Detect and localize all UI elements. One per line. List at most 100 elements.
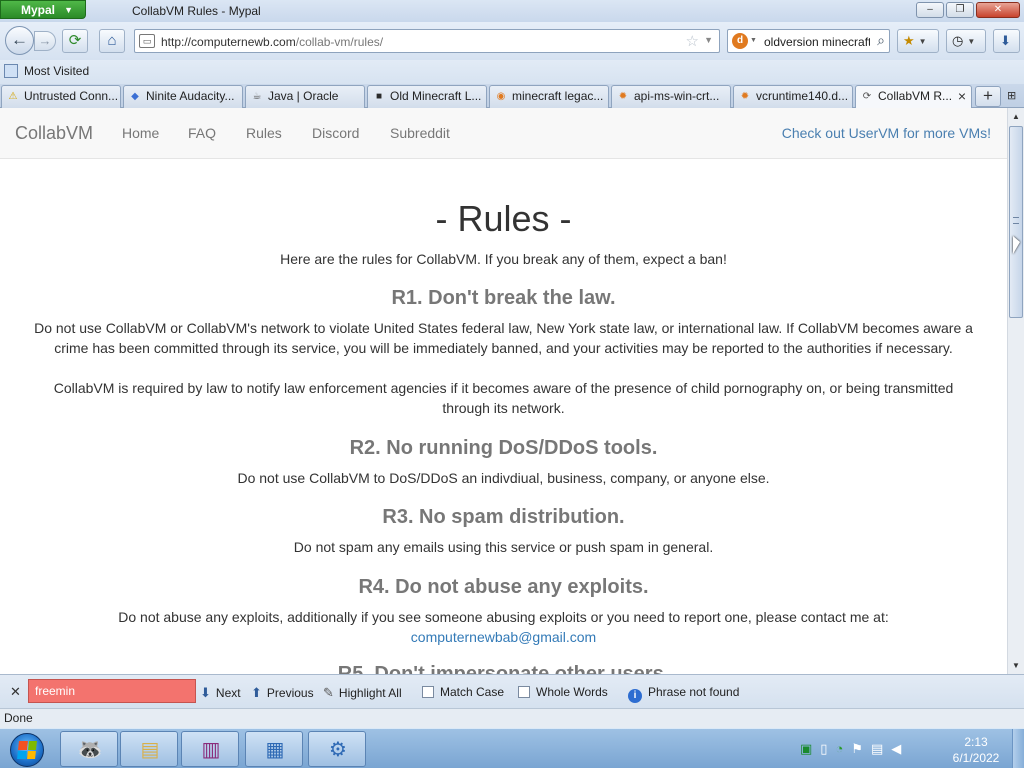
tab-label: CollabVM R... xyxy=(878,89,953,103)
close-find-bar-icon[interactable]: ✕ xyxy=(10,684,21,700)
rule-text-r3: Do not spam any emails using this servic… xyxy=(293,539,714,555)
search-input[interactable]: oldversion minecraft xyxy=(764,35,870,49)
uservm-link[interactable]: Check out UserVM for more VMs! xyxy=(782,125,991,141)
windows-taskbar: 🦝 ▤ ▥ ▦ ⚙ ▣▯◔⚑▤◀ 2:13 6/1/2022 xyxy=(0,728,1024,768)
volume-icon[interactable]: ◀ xyxy=(891,741,909,756)
window-controls: – ❐ ✕ xyxy=(916,2,1020,18)
whole-words-checkbox[interactable]: Whole Words xyxy=(518,685,608,699)
tab-untrusted-connection[interactable]: ⚠ Untrusted Conn... xyxy=(1,85,121,108)
action-center-flag-icon[interactable]: ⚑ xyxy=(851,741,871,756)
forward-button[interactable]: → xyxy=(34,31,56,51)
search-bar[interactable]: d ▼ oldversion minecraft ⌕ xyxy=(727,29,890,53)
site-identity-icon[interactable]: ▭ xyxy=(139,34,155,48)
rule-heading-r4: R4. Do not abuse any exploits. xyxy=(358,576,649,598)
scroll-down-icon[interactable]: ▼ xyxy=(1009,658,1023,673)
url-path: /collab-vm/rules/ xyxy=(295,35,384,49)
rules-intro: Here are the rules for CollabVM. If you … xyxy=(280,251,727,267)
taskbar-settings-button[interactable]: ⚙ xyxy=(308,731,366,767)
vertical-scrollbar[interactable]: ▲ ▼ xyxy=(1007,108,1024,674)
tab-minecraft-legacy[interactable]: ◉ minecraft legac... xyxy=(489,85,609,108)
nav-link-home[interactable]: Home xyxy=(122,125,159,141)
nav-link-discord[interactable]: Discord xyxy=(312,125,359,141)
window-title: CollabVM Rules - Mypal xyxy=(132,4,261,18)
forward-arrow-icon: → xyxy=(38,33,52,48)
scroll-up-icon[interactable]: ▲ xyxy=(1009,109,1023,124)
dll-site-icon: ✹ xyxy=(618,91,628,102)
system-tray: ▣▯◔⚑▤◀ xyxy=(800,741,909,757)
reload-button[interactable]: ⟳ xyxy=(62,29,88,53)
taskbar-clock[interactable]: 2:13 6/1/2022 xyxy=(946,734,1006,766)
tab-java-oracle[interactable]: ☕ Java | Oracle xyxy=(245,85,365,108)
tray-document-icon[interactable]: ▯ xyxy=(820,741,835,756)
history-button[interactable]: ◷ ▼ xyxy=(946,29,986,53)
start-button[interactable] xyxy=(2,730,52,768)
tray-app-icon[interactable]: ▣ xyxy=(800,741,820,756)
control-panel-icon: ▦ xyxy=(265,739,285,761)
taskbar-control-panel-button[interactable]: ▦ xyxy=(245,731,303,767)
maximize-button[interactable]: ❐ xyxy=(946,2,974,18)
show-desktop-button[interactable] xyxy=(1012,729,1024,768)
close-window-button[interactable]: ✕ xyxy=(976,2,1020,18)
nav-link-subreddit[interactable]: Subreddit xyxy=(390,125,450,141)
highlight-all-button[interactable]: ✎ Highlight All xyxy=(323,685,402,701)
network-icon[interactable]: ▤ xyxy=(871,741,891,756)
url-text[interactable]: http://computernewb.com/collab-vm/rules/ xyxy=(161,35,383,49)
contact-email-link[interactable]: computernewbab@gmail.com xyxy=(411,629,596,645)
most-visited-bookmark[interactable]: Most Visited xyxy=(4,64,89,78)
downloads-button[interactable]: ⬇ xyxy=(993,29,1020,53)
app-menu-button[interactable]: Mypal ▼ xyxy=(0,0,86,19)
find-next-button[interactable]: ⬇ Next xyxy=(200,685,241,701)
site-brand-link[interactable]: CollabVM xyxy=(15,123,93,144)
checkbox-icon xyxy=(422,686,434,698)
taskbar-explorer-button[interactable]: ▤ xyxy=(120,731,178,767)
tab-label: Java | Oracle xyxy=(268,89,339,103)
clock-icon: ◷ xyxy=(952,33,964,48)
minecraft-icon: ■ xyxy=(375,91,383,102)
mouse-cursor-icon xyxy=(1013,236,1020,254)
rule-text-r4: Do not abuse any exploits, additionally … xyxy=(118,609,889,625)
tab-ninite-audacity[interactable]: ◆ Ninite Audacity... xyxy=(123,85,243,108)
rule-heading-r5: R5. Don't impersonate other users. xyxy=(337,663,670,674)
tab-label: Ninite Audacity... xyxy=(146,89,235,103)
back-arrow-icon: ← xyxy=(11,30,28,49)
info-icon: i xyxy=(628,689,642,703)
scroll-thumb[interactable] xyxy=(1009,126,1023,318)
find-previous-button[interactable]: ⬆ Previous xyxy=(251,685,314,701)
nav-link-faq[interactable]: FAQ xyxy=(188,125,216,141)
find-previous-label: Previous xyxy=(266,686,314,700)
download-icon: ⬇ xyxy=(1000,33,1011,48)
arrow-down-icon: ⬇ xyxy=(200,685,211,700)
tab-old-minecraft[interactable]: ■ Old Minecraft L... xyxy=(367,85,487,108)
close-tab-icon[interactable]: × xyxy=(958,86,966,107)
tab-api-ms-win-crt[interactable]: ✹ api-ms-win-crt... xyxy=(611,85,731,108)
search-engine-dropdown-icon[interactable]: ▼ xyxy=(750,37,757,44)
new-tab-button[interactable]: + xyxy=(975,86,1001,107)
status-bar: Done xyxy=(0,708,1024,728)
gear-icon: ⚙ xyxy=(329,739,347,761)
taskbar-mypal-button[interactable]: 🦝 xyxy=(60,731,118,767)
find-input[interactable]: freemin xyxy=(28,679,196,703)
nav-link-rules[interactable]: Rules xyxy=(246,125,282,141)
history-dropdown-icon[interactable]: ▼ xyxy=(704,35,713,45)
bookmarks-icon: ★ xyxy=(903,33,915,48)
rule-text-r1-law: CollabVM is required by law to notify la… xyxy=(53,380,954,416)
search-engine-icon[interactable]: d xyxy=(732,33,748,49)
bookmark-star-icon[interactable]: ☆ xyxy=(686,32,699,50)
ninite-icon: ◆ xyxy=(131,91,139,102)
list-all-tabs-icon[interactable]: ⊞ xyxy=(1007,89,1016,102)
taskbar-winrar-button[interactable]: ▥ xyxy=(181,731,239,767)
url-bar[interactable]: ▭ http://computernewb.com/collab-vm/rule… xyxy=(134,29,720,53)
bookmarks-menu-button[interactable]: ★ ▼ xyxy=(897,29,939,53)
tab-label: vcruntime140.d... xyxy=(756,89,849,103)
back-button[interactable]: ← xyxy=(5,26,34,55)
home-button[interactable]: ⌂ xyxy=(99,29,125,53)
tab-collabvm-rules[interactable]: ⟳ CollabVM R... × xyxy=(855,85,972,109)
tray-security-icon[interactable]: ◔ xyxy=(835,741,851,756)
loading-icon: ⟳ xyxy=(862,91,872,102)
minimize-button[interactable]: – xyxy=(916,2,944,18)
rule-text-r1: Do not use CollabVM or CollabVM's networ… xyxy=(34,320,973,356)
match-case-checkbox[interactable]: Match Case xyxy=(422,685,504,699)
tab-vcruntime140[interactable]: ✹ vcruntime140.d... xyxy=(733,85,853,108)
search-icon[interactable]: ⌕ xyxy=(877,32,885,49)
chevron-down-icon: ▼ xyxy=(918,36,927,46)
